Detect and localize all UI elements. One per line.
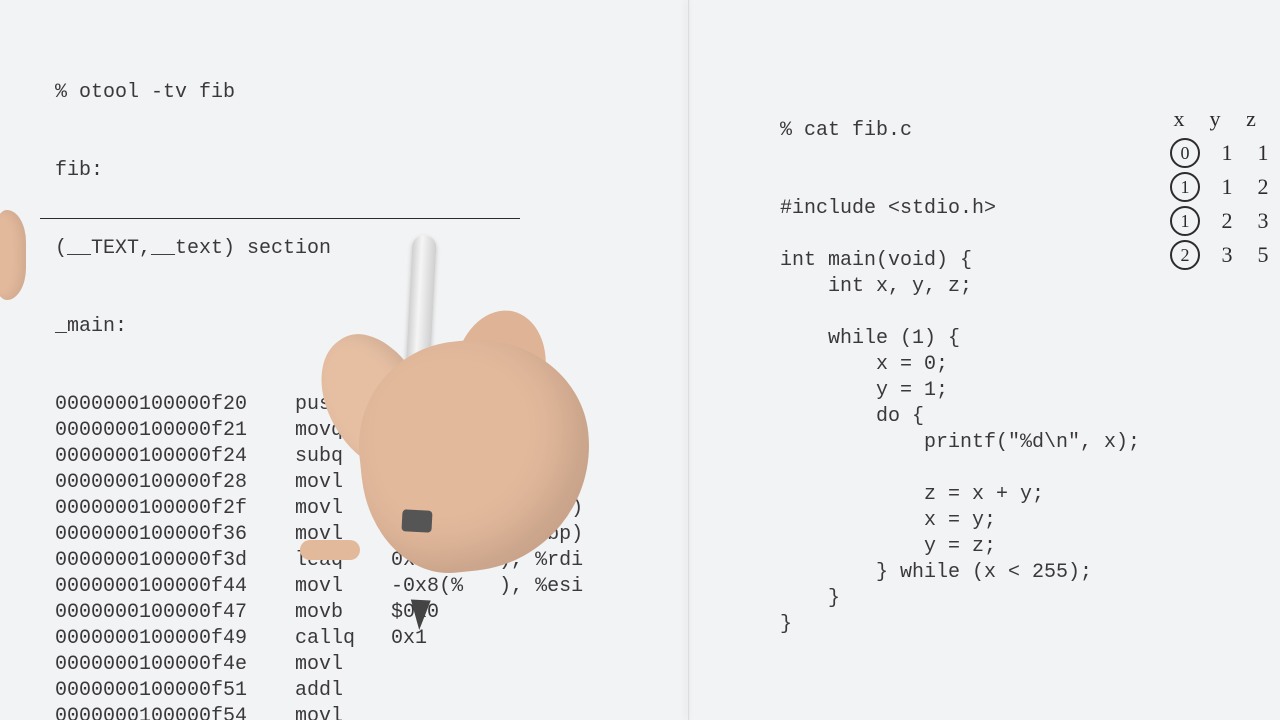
asm-row: 0000000100000f36 movl $0x1, xc(%rbp) [55, 522, 583, 548]
trace-row: 112 [1170, 170, 1272, 204]
source-line: x = y; [780, 508, 1140, 534]
source-listing: #include <stdio.h> int main(void) { int … [780, 196, 1140, 638]
asm-row: 0000000100000f3d leaq 0x56(% ), %rdi [55, 548, 583, 574]
symbol-main: _main: [55, 314, 583, 340]
asm-row: 0000000100000f49 callq 0x1 [55, 626, 583, 652]
trace-x: 1 [1170, 206, 1200, 236]
source-line: } while (x < 255); [780, 560, 1140, 586]
trace-y: 1 [1218, 170, 1236, 204]
source-panel: % cat fib.c #include <stdio.h> int main(… [780, 66, 1140, 690]
source-line: printf("%d\n", x); [780, 430, 1140, 456]
source-line: #include <stdio.h> [780, 196, 1140, 222]
trace-x: 1 [1170, 172, 1200, 202]
trace-col-x: x [1170, 102, 1188, 136]
trace-y: 1 [1218, 136, 1236, 170]
trace-y: 2 [1218, 204, 1236, 238]
asm-row: 0000000100000f20 pushq %rbp [55, 392, 583, 418]
source-line: while (1) { [780, 326, 1140, 352]
trace-header: x y z [1170, 102, 1272, 136]
otool-command: % otool -tv fib [55, 80, 583, 106]
asm-row: 0000000100000f51 addl [55, 678, 583, 704]
trace-col-y: y [1206, 102, 1224, 136]
trace-table: x y z 011112123235 [1170, 102, 1272, 272]
source-line: } [780, 586, 1140, 612]
asm-row: 0000000100000f4e movl [55, 652, 583, 678]
trace-z: 2 [1254, 170, 1272, 204]
source-line [780, 300, 1140, 326]
asm-listing: 0000000100000f20 pushq %rbp0000000100000… [55, 392, 583, 720]
asm-row: 0000000100000f2f movl $0x0, -0x8(%rbp) [55, 496, 583, 522]
source-line: int x, y, z; [780, 274, 1140, 300]
asm-row: 0000000100000f47 movb $0x0 [55, 600, 583, 626]
trace-z: 1 [1254, 136, 1272, 170]
source-line: y = z; [780, 534, 1140, 560]
trace-x: 0 [1170, 138, 1200, 168]
source-line [780, 222, 1140, 248]
page: % otool -tv fib fib: (__TEXT,__text) sec… [0, 0, 1280, 720]
trace-z: 5 [1254, 238, 1272, 272]
pen-underline [40, 218, 520, 219]
binary-label: fib: [55, 158, 583, 184]
asm-row: 0000000100000f44 movl -0x8(% ), %esi [55, 574, 583, 600]
section-header: (__TEXT,__text) section [55, 236, 583, 262]
left-hand-fingers [0, 210, 26, 300]
cat-command: % cat fib.c [780, 118, 1140, 144]
trace-row: 235 [1170, 238, 1272, 272]
source-line: z = x + y; [780, 482, 1140, 508]
asm-row: 0000000100000f54 movl [55, 704, 583, 720]
trace-row: 011 [1170, 136, 1272, 170]
asm-row: 0000000100000f21 movq %rsp, %rbp [55, 418, 583, 444]
source-line: int main(void) { [780, 248, 1140, 274]
trace-col-z: z [1242, 102, 1260, 136]
page-fold [688, 0, 690, 720]
source-line: do { [780, 404, 1140, 430]
trace-y: 3 [1218, 238, 1236, 272]
trace-z: 3 [1254, 204, 1272, 238]
trace-x: 2 [1170, 240, 1200, 270]
source-line: } [780, 612, 1140, 638]
asm-row: 0000000100000f28 movl $0x0, -0x4(%rbp) [55, 470, 583, 496]
source-line: y = 1; [780, 378, 1140, 404]
disassembly-panel: % otool -tv fib fib: (__TEXT,__text) sec… [55, 28, 583, 720]
source-line: x = 0; [780, 352, 1140, 378]
source-line [780, 456, 1140, 482]
asm-row: 0000000100000f24 subq $0x20, %rsp [55, 444, 583, 470]
trace-row: 123 [1170, 204, 1272, 238]
